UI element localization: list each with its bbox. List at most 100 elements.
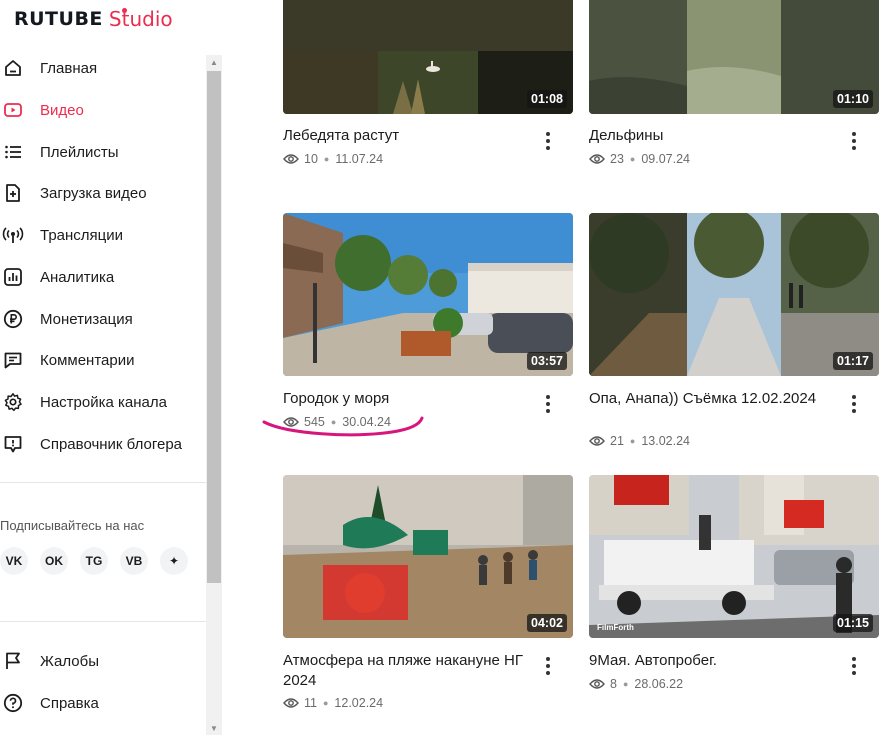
sidebar-item-label: Жалобы <box>40 652 99 670</box>
publish-date: 09.07.24 <box>641 152 691 166</box>
sidebar-item-label: Комментарии <box>40 351 135 369</box>
sidebar-item-playlists[interactable]: Плейлисты <box>0 134 206 170</box>
view-count: 23 <box>610 152 624 166</box>
social-title: Подписывайтесь на нас <box>0 518 145 533</box>
view-count: 10 <box>304 152 318 166</box>
video-icon <box>2 99 24 121</box>
scroll-up-arrow-icon[interactable]: ▲ <box>206 55 222 69</box>
video-thumbnail[interactable]: 01:10 <box>589 0 879 114</box>
view-count: 11 <box>304 696 317 710</box>
video-title[interactable]: Дельфины <box>589 126 829 146</box>
sidebar-item-video[interactable]: Видео <box>0 92 206 128</box>
eye-icon <box>283 153 299 165</box>
video-meta: 21 ● 13.02.24 <box>589 434 690 448</box>
sidebar: Главная Видео Плейлисты Загрузка видео Т… <box>0 50 206 738</box>
video-thumbnail[interactable]: 04:02 <box>283 475 573 638</box>
sidebar-item-label: Трансляции <box>40 226 124 244</box>
video-duration: 03:57 <box>527 352 567 370</box>
sidebar-item-label: Справка <box>40 694 99 712</box>
logo-dot <box>122 8 127 13</box>
vk-icon[interactable]: VK <box>0 547 28 575</box>
eye-icon <box>283 697 299 709</box>
more-options-icon[interactable] <box>846 393 862 415</box>
broadcast-icon <box>2 224 24 246</box>
logo-product: Studio <box>108 7 173 31</box>
sparkle-icon[interactable]: ✦ <box>160 547 188 575</box>
scroll-thumb[interactable] <box>207 71 221 583</box>
view-count: 8 <box>610 677 617 691</box>
video-duration: 01:17 <box>833 352 873 370</box>
sidebar-item-blogger-guide[interactable]: Справочник блогера <box>0 426 206 462</box>
sidebar-item-home[interactable]: Главная <box>0 50 206 86</box>
analytics-icon <box>2 266 24 288</box>
sidebar-item-broadcasts[interactable]: Трансляции <box>0 217 206 253</box>
video-meta: 11 ● 12.02.24 <box>283 696 383 710</box>
sidebar-item-label: Настройка канала <box>40 393 167 411</box>
video-title[interactable]: Опа, Анапа)) Съёмка 12.02.2024 <box>589 389 829 409</box>
logo-brand: RUTUBE <box>14 8 103 30</box>
playlist-icon <box>2 141 24 163</box>
video-thumbnail[interactable]: FilmForth 01:15 <box>589 475 879 638</box>
video-duration: 04:02 <box>527 614 567 632</box>
home-icon <box>2 57 24 79</box>
sidebar-item-label: Загрузка видео <box>40 184 147 202</box>
video-thumbnail[interactable]: 01:17 <box>589 213 879 376</box>
publish-date: 13.02.24 <box>641 434 691 448</box>
video-title[interactable]: Атмосфера на пляже накануне НГ 2024 <box>283 651 523 691</box>
more-options-icon[interactable] <box>846 655 862 677</box>
sidebar-item-label: Аналитика <box>40 268 115 286</box>
sidebar-divider <box>0 482 206 483</box>
sidebar-item-channel-settings[interactable]: Настройка канала <box>0 384 206 420</box>
publish-date: 28.06.22 <box>634 677 684 691</box>
odnoklassniki-icon[interactable]: OK <box>40 547 68 575</box>
sidebar-item-analytics[interactable]: Аналитика <box>0 259 206 295</box>
sidebar-item-monetization[interactable]: Монетизация <box>0 301 206 337</box>
sidebar-item-label: Видео <box>40 101 84 119</box>
video-title[interactable]: Городок у моря <box>283 389 523 409</box>
telegram-icon[interactable]: TG <box>80 547 108 575</box>
publish-date: 11.07.24 <box>335 152 384 166</box>
sidebar-scrollbar[interactable]: ▲ ▼ <box>206 55 222 735</box>
sidebar-item-comments[interactable]: Комментарии <box>0 342 206 378</box>
view-count: 21 <box>610 434 624 448</box>
ruble-icon <box>2 308 24 330</box>
rutube-studio-logo[interactable]: RUTUBE Studio <box>14 6 173 32</box>
sidebar-item-label: Главная <box>40 59 98 77</box>
more-options-icon[interactable] <box>846 130 862 152</box>
help-icon <box>2 692 24 714</box>
pen-underline-annotation <box>262 416 424 437</box>
video-duration: 01:10 <box>833 90 873 108</box>
viber-icon[interactable]: VB <box>120 547 148 575</box>
gear-icon <box>2 391 24 413</box>
video-title[interactable]: Лебедята растут <box>283 126 523 146</box>
sidebar-divider <box>0 621 206 622</box>
video-duration: 01:08 <box>527 90 567 108</box>
video-thumbnail[interactable]: 03:57 <box>283 213 573 376</box>
sidebar-item-upload[interactable]: Загрузка видео <box>0 175 206 211</box>
sidebar-item-complaints[interactable]: Жалобы <box>0 643 206 679</box>
upload-file-icon <box>2 182 24 204</box>
eye-icon <box>589 678 605 690</box>
video-meta: 23 ● 09.07.24 <box>589 152 690 166</box>
video-meta: 8 ● 28.06.22 <box>589 677 683 691</box>
video-thumbnail[interactable]: 01:08 <box>283 0 573 114</box>
info-bubble-icon <box>2 433 24 455</box>
sidebar-item-label: Монетизация <box>40 310 133 328</box>
eye-icon <box>589 153 605 165</box>
flag-icon <box>2 650 24 672</box>
video-watermark: FilmForth <box>597 623 634 632</box>
publish-date: 12.02.24 <box>334 696 384 710</box>
sidebar-item-label: Справочник блогера <box>40 435 183 453</box>
video-meta: 10 ● 11.07.24 <box>283 152 383 166</box>
sidebar-item-help[interactable]: Справка <box>0 685 206 721</box>
comment-icon <box>2 349 24 371</box>
video-duration: 01:15 <box>833 614 873 632</box>
video-title[interactable]: 9Мая. Автопробег. <box>589 651 829 671</box>
scroll-down-arrow-icon[interactable]: ▼ <box>206 721 222 735</box>
more-options-icon[interactable] <box>540 655 556 677</box>
more-options-icon[interactable] <box>540 130 556 152</box>
eye-icon <box>589 435 605 447</box>
more-options-icon[interactable] <box>540 393 556 415</box>
sidebar-item-label: Плейлисты <box>40 143 119 161</box>
social-links: VK OK TG VB ✦ <box>0 547 188 575</box>
